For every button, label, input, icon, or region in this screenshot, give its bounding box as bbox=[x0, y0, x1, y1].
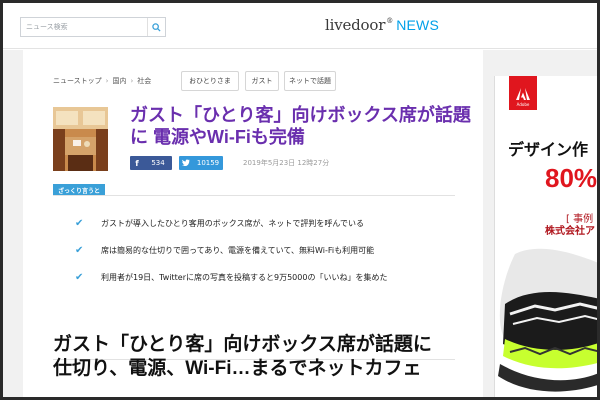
publish-date: 2019年5月23日 12時27分 bbox=[243, 159, 330, 167]
tag-gusto[interactable]: ガスト bbox=[245, 71, 279, 91]
article-thumbnail[interactable] bbox=[53, 107, 108, 171]
page-body: ニューストップ › 国内 › 社会 おひとりさま ガスト ネットで話題 ガスト「… bbox=[3, 50, 598, 397]
article-column: ニューストップ › 国内 › 社会 おひとりさま ガスト ネットで話題 ガスト「… bbox=[23, 50, 483, 397]
logo-registered-mark: ® bbox=[386, 17, 394, 25]
search-button[interactable] bbox=[147, 18, 165, 36]
breadcrumb-item-news-top[interactable]: ニューストップ bbox=[53, 76, 102, 86]
breadcrumb: ニューストップ › 国内 › 社会 bbox=[53, 76, 155, 86]
ad-percent: 80% bbox=[545, 163, 598, 193]
browser-viewport: livedoor ® NEWS ニューストップ › 国内 › 社会 おひとりさま… bbox=[0, 0, 600, 400]
search-box bbox=[20, 17, 166, 37]
search-input[interactable] bbox=[21, 18, 147, 36]
site-header: livedoor ® NEWS bbox=[3, 3, 597, 49]
breadcrumb-item-domestic[interactable]: 国内 bbox=[112, 76, 126, 86]
summary-text: 席は簡易的な仕切りで囲ってあり、電源を備えていて、無料Wi-Fiも利用可能 bbox=[101, 246, 375, 255]
facebook-share-button[interactable]: f 534 bbox=[130, 156, 172, 170]
breadcrumb-separator: › bbox=[130, 77, 134, 85]
facebook-share-count: 534 bbox=[151, 159, 165, 167]
advertisement[interactable]: Adobe デザイン作 80% [ 事例 株式会社ア bbox=[494, 76, 598, 397]
breadcrumb-separator: › bbox=[105, 77, 109, 85]
summary-item: ✔ ガストが導入したひとり客用のボックス席が、ネットで評判を呼んでいる bbox=[75, 218, 441, 230]
summary-text: ガストが導入したひとり客用のボックス席が、ネットで評判を呼んでいる bbox=[101, 219, 364, 228]
ad-brand: Adobe bbox=[516, 102, 530, 107]
summary-item: ✔ 席は簡易的な仕切りで囲ってあり、電源を備えていて、無料Wi-Fiも利用可能 bbox=[75, 245, 441, 257]
article-title: ガスト「ひとり客」向けボックス席が話題に 仕切り、電源、Wi-Fi…まるでネット… bbox=[53, 334, 451, 379]
article-headline[interactable]: ガスト「ひとり客」向けボックス席が話題に 電源やWi-Fiも完備 bbox=[130, 104, 480, 148]
ad-shoe-image bbox=[495, 244, 597, 397]
twitter-share-button[interactable]: 10159 bbox=[179, 156, 223, 170]
tag-net-topic[interactable]: ネットで話題 bbox=[284, 71, 336, 91]
check-icon: ✔ bbox=[75, 218, 84, 229]
tag-ohitorisama[interactable]: おひとりさま bbox=[181, 71, 239, 91]
logo-main-text: livedoor bbox=[325, 16, 386, 34]
ad-headline: デザイン作 bbox=[508, 142, 589, 159]
site-logo[interactable]: livedoor ® NEWS bbox=[325, 16, 439, 38]
ad-subtext-company: 株式会社ア bbox=[545, 226, 595, 237]
twitter-icon bbox=[179, 158, 193, 168]
search-icon bbox=[152, 22, 161, 32]
check-icon: ✔ bbox=[75, 245, 84, 256]
facebook-icon: f bbox=[135, 158, 139, 168]
breadcrumb-item-society[interactable]: 社会 bbox=[137, 76, 151, 86]
logo-news-text: NEWS bbox=[396, 17, 439, 33]
check-icon: ✔ bbox=[75, 272, 84, 283]
adobe-logo-icon: Adobe bbox=[509, 76, 537, 110]
twitter-share-count: 10159 bbox=[196, 159, 220, 167]
summary-item: ✔ 利用者が19日、Twitterに席の写真を投稿すると9万5000の「いいね」… bbox=[75, 272, 441, 284]
summary-text: 利用者が19日、Twitterに席の写真を投稿すると9万5000の「いいね」を集… bbox=[101, 273, 388, 282]
